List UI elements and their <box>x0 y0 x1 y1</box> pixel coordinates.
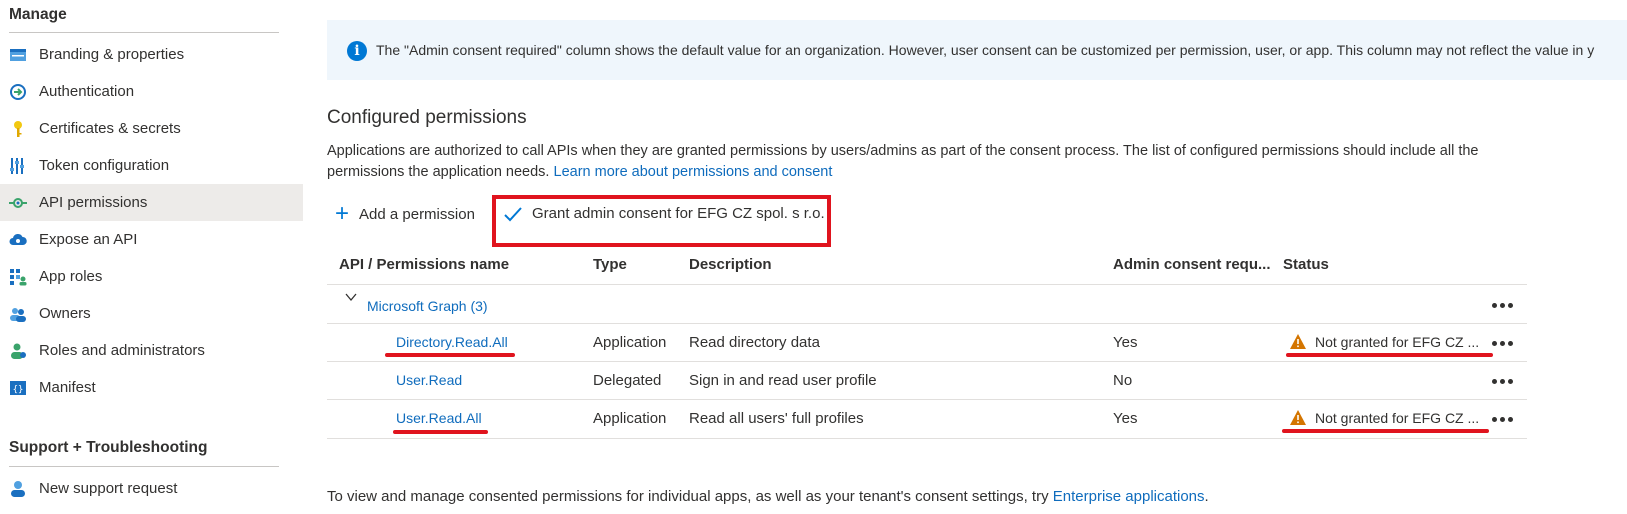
cloud-icon <box>9 233 27 245</box>
footer-text: To view and manage consented permissions… <box>327 488 1049 505</box>
grant-admin-consent-label: Grant admin consent for EFG CZ spol. s r… <box>532 205 825 222</box>
annotation-underline <box>393 430 488 434</box>
enterprise-applications-link[interactable]: Enterprise applications <box>1053 488 1205 505</box>
sidebar-item-label: Owners <box>39 305 91 322</box>
sidebar-item-token-configuration[interactable]: Token configuration <box>0 147 303 184</box>
column-header-status[interactable]: Status <box>1283 256 1329 273</box>
permission-name-link[interactable]: Directory.Read.All <box>396 334 508 350</box>
sidebar-item-label: Branding & properties <box>39 46 185 63</box>
sidebar-item-label: Certificates & secrets <box>39 120 181 137</box>
description-text: Applications are authorized to call APIs… <box>327 143 1479 180</box>
sidebar-item-authentication[interactable]: Authentication <box>0 73 303 110</box>
permission-name-link[interactable]: User.Read.All <box>396 410 482 426</box>
admin-consent-value: Yes <box>1113 334 1138 351</box>
sidebar-item-roles-admins[interactable]: Roles and administrators <box>0 332 303 369</box>
permission-type: Delegated <box>593 372 662 389</box>
column-header-description[interactable]: Description <box>689 256 772 273</box>
sidebar-item-label: Token configuration <box>39 157 170 174</box>
sidebar-item-label: App roles <box>39 268 103 285</box>
api-permissions-icon <box>9 198 27 208</box>
permission-description: Sign in and read user profile <box>689 372 877 389</box>
warning-icon <box>1290 410 1306 425</box>
add-permission-button[interactable]: + Add a permission <box>335 200 475 227</box>
sidebar-item-owners[interactable]: Owners <box>0 295 303 332</box>
support-section-title: Support + Troubleshooting <box>9 439 208 456</box>
sidebar-item-label: New support request <box>39 480 178 497</box>
info-text: The "Admin consent required" column show… <box>376 42 1595 58</box>
admin-consent-value: Yes <box>1113 410 1138 427</box>
sidebar-item-branding[interactable]: Branding & properties <box>0 36 303 73</box>
row-divider <box>327 399 1527 400</box>
status-text: Not granted for EFG CZ ... <box>1315 334 1480 350</box>
info-icon: i <box>347 41 367 61</box>
column-header-type[interactable]: Type <box>593 256 627 273</box>
sidebar-item-label: API permissions <box>39 194 148 211</box>
info-banner: i The "Admin consent required" column sh… <box>327 20 1627 80</box>
owners-icon <box>10 308 26 322</box>
manage-section-title: Manage <box>9 6 67 23</box>
token-config-icon <box>10 158 24 174</box>
annotation-underline <box>1286 353 1493 357</box>
main-content: i The "Admin consent required" column sh… <box>327 0 1627 514</box>
more-options-icon[interactable] <box>1492 379 1514 385</box>
grant-admin-consent-button[interactable]: Grant admin consent for EFG CZ spol. s r… <box>504 205 825 222</box>
row-divider <box>327 284 1527 285</box>
section-divider <box>9 466 279 467</box>
roles-admin-icon <box>11 343 26 359</box>
more-options-icon[interactable] <box>1492 303 1514 309</box>
key-icon <box>14 121 22 137</box>
sidebar-item-app-roles[interactable]: App roles <box>0 258 303 295</box>
status-text: Not granted for EFG CZ ... <box>1315 410 1480 426</box>
annotation-underline <box>385 353 515 357</box>
row-divider <box>327 323 1527 324</box>
permission-description: Read all users' full profiles <box>689 410 864 427</box>
plus-icon: + <box>335 200 350 227</box>
sidebar-item-api-permissions[interactable]: API permissions <box>0 184 303 221</box>
row-divider <box>327 438 1527 439</box>
permission-type: Application <box>593 334 667 351</box>
branding-icon <box>10 49 26 61</box>
sidebar-item-label: Authentication <box>39 83 135 100</box>
manifest-icon: {} <box>10 381 26 395</box>
svg-text:{}: {} <box>13 385 24 395</box>
authentication-icon <box>10 84 26 100</box>
page-title: Configured permissions <box>327 107 527 128</box>
sidebar-item-new-support-request[interactable]: New support request <box>0 470 303 507</box>
admin-consent-value: No <box>1113 372 1133 389</box>
annotation-underline <box>1282 429 1489 433</box>
column-header-name[interactable]: API / Permissions name <box>339 256 509 273</box>
permission-description: Read directory data <box>689 334 820 351</box>
sidebar-item-label: Expose an API <box>39 231 138 248</box>
section-divider <box>9 32 279 33</box>
footer-period: . <box>1204 488 1209 505</box>
sidebar: Manage Branding & properties Authenticat… <box>0 0 303 514</box>
row-divider <box>327 361 1527 362</box>
permission-type: Application <box>593 410 667 427</box>
sidebar-item-expose-api[interactable]: Expose an API <box>0 221 303 258</box>
configured-description: Applications are authorized to call APIs… <box>327 141 1527 183</box>
sidebar-item-label: Manifest <box>39 379 96 396</box>
sidebar-item-label: Roles and administrators <box>39 342 205 359</box>
permission-name-link[interactable]: User.Read <box>396 372 462 388</box>
chevron-down-icon[interactable] <box>345 291 357 303</box>
support-person-icon <box>11 481 25 497</box>
warning-icon <box>1290 334 1306 349</box>
app-roles-icon <box>10 269 27 286</box>
footer-note: To view and manage consented permissions… <box>327 488 1209 505</box>
more-options-icon[interactable] <box>1492 417 1514 423</box>
sidebar-item-certificates[interactable]: Certificates & secrets <box>0 110 303 147</box>
learn-more-link[interactable]: Learn more about permissions and consent <box>554 164 833 180</box>
add-permission-label: Add a permission <box>359 205 475 223</box>
column-header-admin-consent[interactable]: Admin consent requ... <box>1113 256 1271 273</box>
group-name-link[interactable]: Microsoft Graph (3) <box>367 298 488 314</box>
checkmark-icon <box>504 206 522 221</box>
more-options-icon[interactable] <box>1492 341 1514 347</box>
sidebar-item-manifest[interactable]: {} Manifest <box>0 369 303 406</box>
